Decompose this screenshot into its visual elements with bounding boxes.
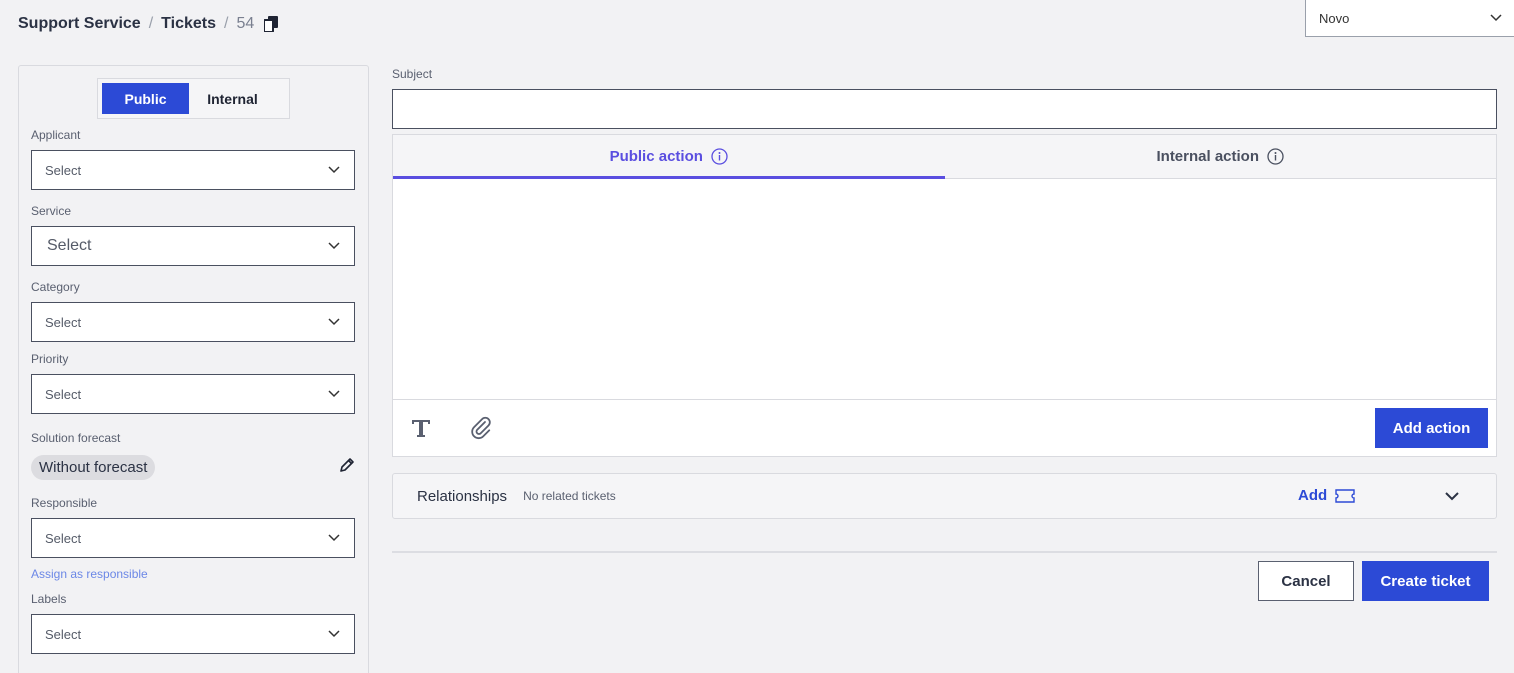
chevron-down-icon [328,534,340,542]
visibility-public-button[interactable]: Public [102,83,189,114]
category-select-value: Select [45,314,82,330]
ticket-icon [1335,488,1355,503]
category-select[interactable]: Select [31,302,355,342]
chevron-down-icon [1490,14,1502,22]
editor-toolbar: Add action [393,400,1496,456]
ticket-id: 54 [236,15,255,32]
tab-public-action[interactable]: Public action [393,135,945,179]
breadcrumb-tickets[interactable]: Tickets [161,15,216,33]
subject-label: Subject [392,67,433,81]
service-select[interactable]: Select [31,226,355,266]
copy-icon[interactable] [263,16,279,33]
breadcrumb: Support Service / Tickets / 54 [18,13,279,35]
chevron-down-icon [328,242,340,250]
solution-forecast-label: Solution forecast [31,431,121,445]
chevron-down-icon [328,630,340,638]
subject-input[interactable] [392,89,1497,129]
labels-select[interactable]: Select [31,614,355,654]
info-icon[interactable] [1267,148,1284,165]
responsible-label: Responsible [31,496,98,510]
info-icon[interactable] [711,148,728,165]
tab-internal-action[interactable]: Internal action [945,135,1497,178]
priority-select-value: Select [45,386,82,402]
labels-label: Labels [31,592,67,606]
status-select-value: Novo [1319,10,1350,26]
responsible-select-value: Select [45,530,82,546]
text-format-icon[interactable] [409,416,433,440]
assign-as-responsible-link[interactable]: Assign as responsible [31,567,148,581]
cancel-button[interactable]: Cancel [1258,561,1354,601]
pencil-icon[interactable] [339,457,355,473]
add-relationship-button[interactable]: Add [1298,487,1355,504]
applicant-select-value: Select [45,162,82,178]
visibility-internal-button[interactable]: Internal [189,83,276,114]
priority-select[interactable]: Select [31,374,355,414]
breadcrumb-separator: / [148,15,154,32]
visibility-toggle: Public Internal [97,78,290,119]
applicant-select[interactable]: Select [31,150,355,190]
ticket-properties-panel: Public Internal Applicant Select Service… [18,65,369,673]
action-tabs: Public action Internal action [393,135,1496,179]
relationships-section: Relationships No related tickets Add [392,473,1497,519]
tab-internal-action-label: Internal action [1156,148,1260,165]
chevron-down-icon [328,318,340,326]
relationships-title: Relationships [417,487,508,505]
category-label: Category [31,280,80,294]
divider [392,551,1497,553]
service-label: Service [31,204,72,218]
action-editor: Public action Internal action Add action [392,134,1497,457]
relationships-subtitle: No related tickets [523,489,616,503]
service-select-value: Select [47,237,92,254]
priority-label: Priority [31,352,69,366]
breadcrumb-separator: / [224,15,229,32]
chevron-down-icon [328,390,340,398]
labels-select-value: Select [45,626,82,642]
breadcrumb-service[interactable]: Support Service [18,15,141,33]
create-ticket-button[interactable]: Create ticket [1362,561,1489,601]
responsible-select[interactable]: Select [31,518,355,558]
action-text-area[interactable] [393,179,1496,400]
add-action-button[interactable]: Add action [1375,408,1488,448]
paperclip-icon[interactable] [469,416,493,440]
status-select[interactable]: Novo [1305,0,1514,37]
add-relationship-label: Add [1298,487,1328,504]
chevron-down-icon [328,166,340,174]
tab-public-action-label: Public action [609,148,703,165]
solution-forecast-chip: Without forecast [31,455,156,480]
applicant-label: Applicant [31,128,81,142]
chevron-down-icon[interactable] [1444,491,1460,501]
